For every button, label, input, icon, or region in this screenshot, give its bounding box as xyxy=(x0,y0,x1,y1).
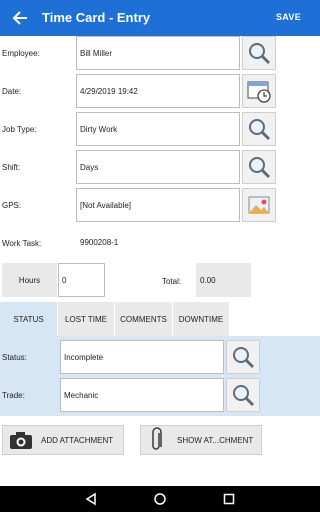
app-bar: Time Card - Entry SAVE xyxy=(0,0,320,36)
job-type-label: Job Type: xyxy=(2,125,37,134)
status-field[interactable]: Incomplete xyxy=(60,340,224,374)
magnifier-icon xyxy=(249,43,271,65)
gps-label: GPS: xyxy=(2,201,22,210)
hours-input[interactable]: 0 xyxy=(58,263,105,297)
show-attachment-label: SHOW AT...CHMENT xyxy=(177,435,254,445)
job-type-field[interactable]: Dirty Work xyxy=(76,112,240,146)
paperclip-icon xyxy=(152,427,162,450)
total-value: 0.00 xyxy=(196,263,251,297)
date-picker-button[interactable] xyxy=(242,74,276,108)
status-lookup-button[interactable] xyxy=(226,340,260,374)
tab-lost-time[interactable]: LOST TIME xyxy=(58,302,114,336)
employee-lookup-button[interactable] xyxy=(242,36,276,70)
status-label: Status: xyxy=(2,353,27,362)
shift-lookup-button[interactable] xyxy=(242,150,276,184)
date-field[interactable]: 4/29/2019 19:42 xyxy=(76,74,240,108)
tab-comments[interactable]: COMMENTS xyxy=(115,302,172,336)
show-attachment-button[interactable]: SHOW AT...CHMENT xyxy=(140,425,262,455)
gps-map-button[interactable] xyxy=(242,188,276,222)
magnifier-icon xyxy=(249,157,271,179)
gps-field[interactable]: [Not Available] xyxy=(76,188,240,222)
camera-icon xyxy=(10,432,32,449)
add-attachment-button[interactable]: ADD ATTACHMENT xyxy=(2,425,124,455)
calendar-clock-icon xyxy=(247,81,271,103)
nav-home-icon[interactable] xyxy=(153,492,167,506)
system-nav-bar xyxy=(0,486,320,512)
add-attachment-label: ADD ATTACHMENT xyxy=(41,435,114,445)
trade-lookup-button[interactable] xyxy=(226,378,260,412)
magnifier-icon xyxy=(233,385,255,407)
trade-label: Trade: xyxy=(2,391,25,400)
work-task-label: Work Task: xyxy=(2,239,42,248)
page-title: Time Card - Entry xyxy=(42,10,151,25)
magnifier-icon xyxy=(233,347,255,369)
employee-field[interactable]: Bill Miller xyxy=(76,36,240,70)
nav-recents-icon[interactable] xyxy=(222,492,236,506)
map-picture-icon xyxy=(248,196,270,214)
nav-back-icon[interactable] xyxy=(84,492,98,506)
tab-downtime[interactable]: DOWNTIME xyxy=(173,302,229,336)
work-task-value: 9900208-1 xyxy=(80,238,119,247)
shift-field[interactable]: Days xyxy=(76,150,240,184)
employee-label: Employee: xyxy=(2,49,40,58)
save-button[interactable]: SAVE xyxy=(276,12,301,22)
hours-label: Hours xyxy=(2,263,57,297)
shift-label: Shift: xyxy=(2,163,21,172)
back-arrow-icon[interactable] xyxy=(10,8,30,28)
trade-field[interactable]: Mechanic xyxy=(60,378,224,412)
date-label: Date: xyxy=(2,87,22,96)
magnifier-icon xyxy=(249,119,271,141)
tab-status[interactable]: STATUS xyxy=(0,302,57,336)
total-label: Total: xyxy=(162,277,182,286)
job-type-lookup-button[interactable] xyxy=(242,112,276,146)
